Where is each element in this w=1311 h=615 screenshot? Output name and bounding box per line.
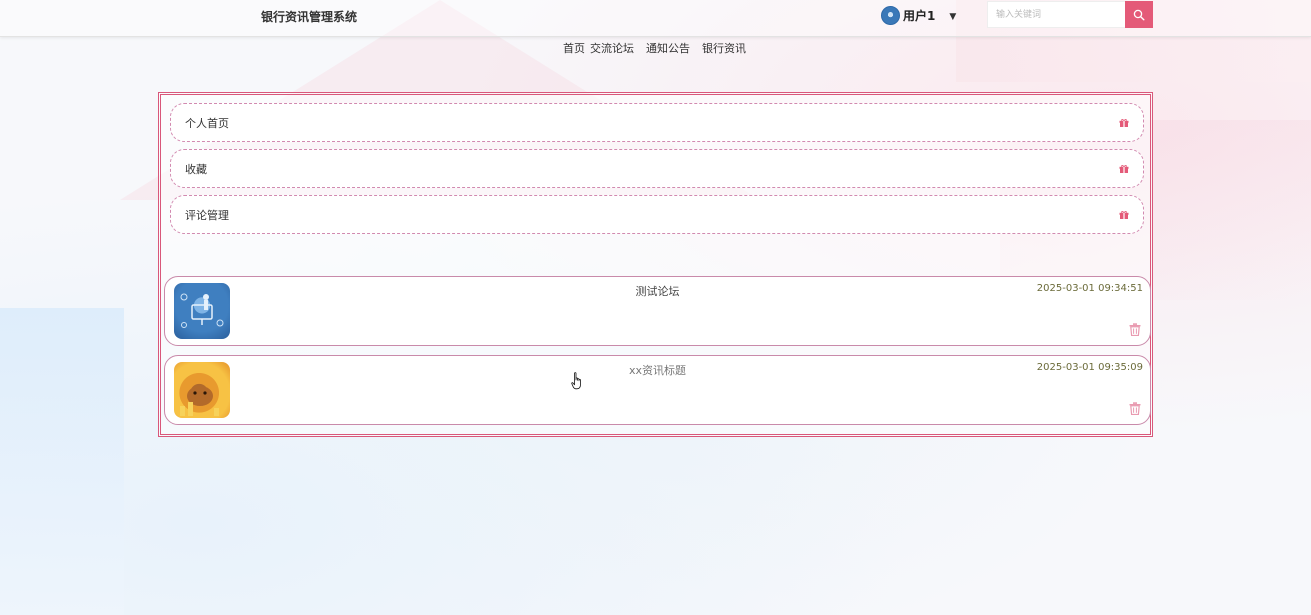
hand-pointer-cursor-icon [571, 372, 581, 390]
top-header: 银行资讯管理系统 用户1 ▼ [0, 0, 1311, 37]
favorite-time: 2025-03-01 09:35:09 [1036, 362, 1143, 373]
user-center-panel: 个人首页 收藏 评论管理 测试论坛 2025-03-01 09:34:51 xx… [158, 92, 1153, 437]
main-nav: 首页 交流论坛 通知公告 银行资讯 [563, 40, 746, 56]
gift-icon [1119, 211, 1129, 219]
favorite-item[interactable]: 测试论坛 2025-03-01 09:34:51 [164, 276, 1151, 346]
menu-item-favorites[interactable]: 收藏 [170, 149, 1144, 188]
menu-item-personal-home[interactable]: 个人首页 [170, 103, 1144, 142]
favorite-title[interactable]: xx资讯标题 [165, 362, 1150, 378]
nav-forum[interactable]: 交流论坛 [590, 40, 634, 56]
site-title: 银行资讯管理系统 [261, 10, 358, 24]
search-input[interactable] [987, 1, 1125, 28]
user-name[interactable]: 用户1 [903, 7, 935, 24]
search-button[interactable] [1125, 1, 1153, 28]
nav-bank-news[interactable]: 银行资讯 [702, 40, 746, 56]
nav-notice[interactable]: 通知公告 [646, 40, 690, 56]
menu-item-comment-management[interactable]: 评论管理 [170, 195, 1144, 234]
trash-icon[interactable] [1129, 323, 1141, 336]
search-icon [1133, 9, 1145, 21]
menu-item-label: 个人首页 [185, 116, 229, 130]
menu-item-label: 评论管理 [185, 208, 229, 222]
nav-home[interactable]: 首页 [563, 40, 585, 56]
favorite-time: 2025-03-01 09:34:51 [1036, 283, 1143, 294]
favorite-title[interactable]: 测试论坛 [165, 283, 1150, 299]
user-menu[interactable]: 用户1 ▼ [881, 6, 956, 25]
menu-item-label: 收藏 [185, 162, 207, 176]
avatar[interactable] [881, 6, 900, 25]
favorite-item[interactable]: xx资讯标题 2025-03-01 09:35:09 [164, 355, 1151, 425]
trash-icon[interactable] [1129, 402, 1141, 415]
gift-icon [1119, 119, 1129, 127]
gift-icon [1119, 165, 1129, 173]
background-decoration [0, 308, 124, 615]
caret-down-icon[interactable]: ▼ [949, 12, 956, 22]
